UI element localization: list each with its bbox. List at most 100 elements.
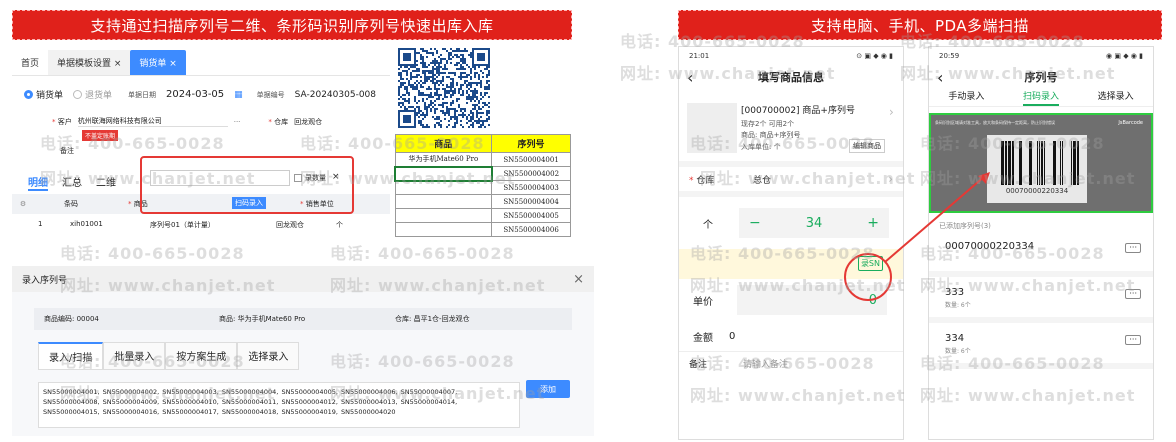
excel-cell-sn: SN5500004005	[491, 208, 571, 223]
row-code: xih01001	[70, 220, 103, 228]
tab-manual[interactable]: 手动录入	[948, 89, 984, 106]
excel-row: SN5500004003	[394, 180, 571, 195]
remark-input[interactable]: 请输入备注	[743, 357, 788, 370]
radio-sales-label: 销货单	[36, 91, 64, 101]
row-no: 1	[38, 220, 43, 228]
remark-label: 备注	[60, 147, 74, 155]
scan-input[interactable]	[150, 170, 290, 186]
back-icon[interactable]: ‹	[937, 68, 943, 87]
order-type-row: 销货单 退货单 单据日期 2024-03-05 ▦ 单据编号 SA-202403…	[24, 88, 376, 101]
warehouse-value: 总仓	[753, 175, 772, 186]
status-icons: ⊙ ▣ ◆ ◉ ▮	[856, 52, 893, 60]
amount-label: 金额	[693, 332, 713, 344]
tab-batch-entry[interactable]: 批量录入	[103, 342, 166, 370]
scan-hint: 条码识别区域请对准工具，放大和条码保持一定距离，防止识别错误	[935, 120, 1055, 125]
item-stock: 现存2个 可用2个	[741, 120, 795, 128]
order-no-label: 单据编号	[256, 90, 285, 99]
chevron-right-icon: ›	[889, 105, 894, 119]
excel-table: 商品 序列号 华为手机Mate60 Pro SN5500004001 SN550000…	[394, 134, 571, 237]
item-subtitle: 商品: 商品+序列号	[741, 131, 801, 139]
date-label: 单据日期	[128, 90, 157, 99]
date-value[interactable]: 2024-03-05	[166, 89, 224, 100]
back-icon[interactable]: ‹	[687, 68, 693, 87]
radio-checked-icon	[24, 90, 33, 99]
status-time: 20:59	[939, 52, 960, 60]
amount-value: 0	[729, 330, 736, 342]
row-item: 序列号01（单计量）	[150, 221, 215, 229]
tab-scan[interactable]: 扫码录入	[1022, 89, 1059, 106]
settings-icon[interactable]: ⚙	[12, 200, 34, 208]
nav-title: 序列号	[1024, 71, 1058, 84]
status-time: 21:01	[689, 52, 710, 60]
barcode-number: 00070000220334	[1005, 187, 1069, 195]
tab-home[interactable]: 首页	[12, 50, 48, 75]
radio-sales[interactable]: 销货单	[24, 88, 63, 101]
dialog-tabs: 录入/扫描 批量录入 按方案生成 选择录入	[38, 342, 568, 370]
qr-code-icon	[398, 48, 490, 128]
dialog-title: 录入序列号	[22, 275, 68, 286]
watermark-text: 电话: 400-665-0028	[60, 244, 245, 263]
excel-col-item: 商品	[394, 134, 493, 153]
excel-row: SN5500004004	[394, 194, 571, 209]
list-item[interactable]: 334 数量: 6个 ···	[929, 323, 1153, 369]
subtab-detail[interactable]: 明细	[28, 174, 48, 191]
excel-cell-item	[394, 165, 493, 182]
price-label: 单价	[693, 296, 713, 308]
item-title: [000700002] 商品+序列号	[741, 106, 855, 116]
highlight-arrow	[844, 172, 990, 301]
excel-cell-sn: SN5500004003	[491, 180, 571, 195]
customer-label: 客户	[57, 117, 72, 126]
nav-title: 填写商品信息	[758, 71, 824, 84]
close-icon[interactable]: ×	[573, 272, 584, 287]
tab-scan-entry[interactable]: 录入/扫描	[38, 342, 104, 370]
tab-sales-order[interactable]: 销货单 ×	[130, 50, 186, 75]
excel-cell-sn: SN5500004001	[491, 152, 571, 167]
radio-return[interactable]: 退货单	[73, 88, 112, 101]
more-icon[interactable]: ···	[1125, 243, 1141, 253]
qty-value[interactable]: 34	[806, 216, 823, 231]
excel-cell-item	[394, 180, 493, 195]
subtab-2d[interactable]: 二维	[96, 174, 116, 191]
item-card[interactable]: [000700002] 商品+序列号 现存2个 可用2个 商品: 商品+序列号 …	[679, 89, 903, 167]
item-unit: 入库单位: 个	[741, 143, 781, 151]
excel-cell-item	[394, 194, 493, 209]
nav-bar: ‹ 填写商品信息	[679, 65, 903, 89]
tab-template-settings[interactable]: 单据模板设置 ×	[48, 50, 131, 75]
item-code: 商品编码: 00004	[44, 315, 99, 323]
count-checkbox[interactable]: 录数量	[294, 173, 326, 183]
excel-row: SN5500004005	[394, 208, 571, 223]
item-info-bar: 商品编码: 00004 商品: 华为手机Mate60 Pro 仓库: 昌平1仓-…	[34, 308, 572, 330]
tab-generate[interactable]: 按方案生成	[165, 342, 238, 370]
calendar-icon[interactable]: ▦	[234, 90, 243, 100]
customer-more-icon[interactable]: ···	[234, 118, 241, 126]
sn-textarea[interactable]: SN55000004001, SN55000004002, SN55000004…	[38, 382, 520, 428]
banner-left: 支持通过扫描序列号二维、条形码识别序列号快速出库入库	[12, 10, 572, 40]
remark-label: 备注	[689, 360, 708, 370]
sn-qty: 数量: 6个	[945, 348, 971, 355]
customer-value[interactable]: 杭州联海网络科技有限公司	[77, 116, 228, 127]
edit-item-button[interactable]: 编辑商品	[849, 139, 885, 153]
status-bar: 21:01 ⊙ ▣ ◆ ◉ ▮	[679, 47, 903, 65]
popup-close-icon[interactable]: ×	[332, 172, 340, 182]
more-icon[interactable]: ···	[1125, 289, 1141, 299]
count-checkbox-label: 录数量	[305, 174, 326, 182]
radio-return-label: 退货单	[85, 91, 113, 101]
excel-cell-item	[394, 222, 493, 237]
item-warehouse: 仓库: 昌平1仓-回龙观仓	[395, 315, 470, 323]
status-icons: ◉ ▣ ◆ ◉ ▮	[1106, 52, 1143, 60]
table-row[interactable]: 1 xih01001 序列号01（单计量） 回龙观仓 个	[12, 220, 390, 230]
warehouse-value[interactable]: 回龙观仓	[294, 117, 322, 127]
tab-select[interactable]: 选择录入	[1098, 89, 1134, 106]
warehouse-label: 仓库	[274, 117, 289, 126]
subtab-summary[interactable]: 汇总	[62, 174, 82, 191]
warehouse-label: 仓库	[696, 175, 715, 186]
more-icon[interactable]: ···	[1125, 335, 1141, 345]
tab-select-entry[interactable]: 选择录入	[237, 342, 300, 370]
excel-row: SN5500004002	[394, 165, 571, 182]
add-button[interactable]: 添加	[526, 380, 570, 398]
banner-right: 支持电脑、手机、PDA多端扫描	[678, 10, 1162, 40]
row-unit: 个	[336, 221, 343, 229]
erp-tabs: 首页 单据模板设置 × 销货单 ×	[12, 50, 390, 76]
detail-subtabs: 明细 汇总 二维	[28, 174, 116, 191]
minus-icon[interactable]: −	[749, 215, 761, 231]
